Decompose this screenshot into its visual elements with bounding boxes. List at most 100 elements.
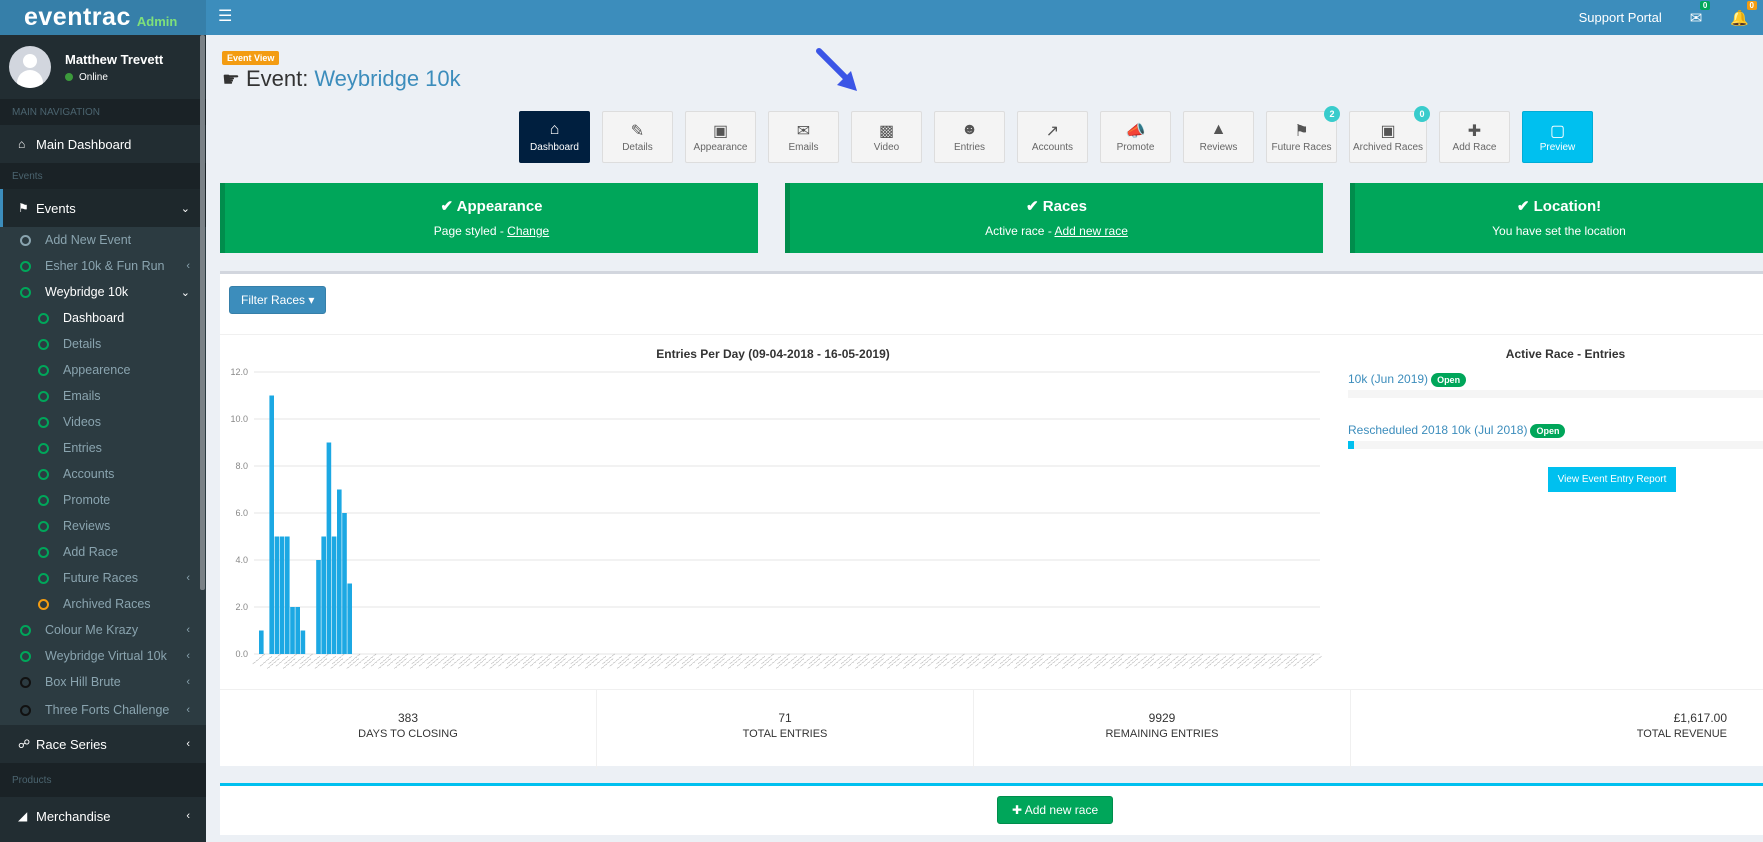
bar[interactable] [279,536,285,655]
sidebar-item-three-forts[interactable]: Three Forts Challenge ‹ [0,695,206,725]
chevron-left-icon: ‹ [186,704,190,716]
circle-icon [38,598,49,610]
sidebar-item-weybridge-virtual-10k[interactable]: Weybridge Virtual 10k ‹ [0,643,206,669]
sidebar-subitem-future-races[interactable]: Future Races ‹ [0,565,206,591]
circle-icon [20,286,31,298]
toolbar-entries-button[interactable]: ☻ Entries [934,111,1005,163]
change-link[interactable]: Change [507,224,549,238]
sidebar-subitem-appearence[interactable]: Appearence [0,357,206,383]
toolbar-promote-button[interactable]: 📣 Promote [1100,111,1171,163]
notifications-badge: 0 [1746,0,1757,10]
race-progress-fill [1348,441,1355,449]
sidebar-subitem-reviews[interactable]: Reviews [0,513,206,539]
toolbar-details-button[interactable]: ✎ Details [602,111,673,163]
toolbar-preview-button[interactable]: ▢ Preview [1522,111,1593,163]
race-link-rescheduled[interactable]: Rescheduled 2018 10k (Jul 2018) [1348,423,1527,437]
sidebar-item-box-hill-brute[interactable]: Box Hill Brute ‹ [0,669,206,695]
sidebar-subitem-videos[interactable]: Videos [0,409,206,435]
hamburger-icon[interactable]: ☰ [218,6,232,26]
desktop-icon: ▢ [1549,123,1566,140]
race-link-10k[interactable]: 10k (Jun 2019) [1348,372,1428,386]
bar[interactable] [331,536,337,655]
y-tick-label: 10.0 [230,414,248,424]
image-icon: ▣ [712,123,729,140]
sidebar-item-race-series[interactable]: ☍ Race Series ‹ [0,725,206,763]
bar[interactable] [316,560,321,654]
y-tick-label: 12.0 [230,367,248,377]
online-dot-icon [65,73,73,81]
sidebar-scrollbar[interactable] [200,35,205,590]
sidebar-subitem-add-race[interactable]: Add Race [0,539,206,565]
add-new-race-button[interactable]: ✚ Add new race [997,796,1114,824]
bar[interactable] [285,536,290,655]
toolbar-future-races-button[interactable]: ⚑ Future Races 2 [1266,106,1340,163]
bar[interactable] [326,442,332,655]
bar[interactable] [295,607,300,654]
circle-icon [38,442,49,454]
circle-icon [38,312,49,324]
toolbar-video-button[interactable]: ▩ Video [851,111,922,163]
event-toolbar: ⌂ Dashboard ✎ Details ▣ Appearance ✉ Emails … [519,106,1593,163]
messages-badge: 0 [1699,0,1711,10]
status-badge: Open [1530,424,1566,438]
sidebar-item-merchandise[interactable]: ◢ Merchandise ‹ [0,797,206,835]
sidebar-subitem-dashboard[interactable]: Dashboard [0,305,206,331]
bell-icon[interactable]: 🔔 0 [1730,0,1757,27]
y-tick-label: 0.0 [235,649,248,659]
sidebar-item-esher-10k[interactable]: Esher 10k & Fun Run ‹ [0,253,206,279]
bar[interactable] [337,489,342,655]
bar[interactable] [274,536,280,655]
chevron-left-icon: ‹ [186,738,190,750]
toolbar-dashboard-button[interactable]: ⌂ Dashboard [519,111,590,163]
sidebar-subitem-promote[interactable]: Promote [0,487,206,513]
event-name: Weybridge 10k [314,66,461,91]
circle-icon [38,468,49,480]
bar[interactable] [290,607,295,654]
sidebar-subitem-archived-races[interactable]: Archived Races [0,591,206,617]
active-race-entries: Active Race - Entries 10k (Jun 2019) Open… [1348,347,1763,492]
sidebar-subitem-details[interactable]: Details [0,331,206,357]
y-tick-label: 8.0 [235,461,248,471]
sidebar-item-colour-me-krazy[interactable]: Colour Me Krazy ‹ [0,617,206,643]
home-icon: ⌂ [18,137,26,151]
bar[interactable] [300,630,306,655]
future-races-badge: 2 [1324,106,1340,122]
toolbar-emails-button[interactable]: ✉ Emails [768,111,839,163]
sidebar-item-weybridge-10k[interactable]: Weybridge 10k ⌄ [0,279,206,305]
bar[interactable] [259,630,264,655]
products-header: Products [0,763,206,797]
sidebar-item-add-new-event[interactable]: Add New Event [0,227,206,253]
caret-down-icon: ▾ [308,293,315,307]
toolbar-reviews-button[interactable]: ▲ Reviews [1183,111,1254,163]
toolbar-archived-races-button[interactable]: ▣ Archived Races 0 [1349,106,1430,163]
logo[interactable]: eventrac Admin [0,0,206,35]
tag-icon: ◢ [18,809,28,823]
toolbar-accounts-button[interactable]: ↗ Accounts [1017,111,1088,163]
sidebar-item-events[interactable]: ⚑ Events ⌄ [0,189,206,227]
home-icon: ⌂ [549,121,560,138]
bar[interactable] [269,395,274,655]
filter-races-button[interactable]: Filter Races ▾ [229,286,327,314]
add-new-race-link[interactable]: Add new race [1054,224,1127,238]
circle-icon [38,338,49,350]
stat-days-to-closing: 383 DAYS TO CLOSING [220,690,597,769]
sidebar-subitem-accounts[interactable]: Accounts [0,461,206,487]
sidebar-subitem-emails[interactable]: Emails [0,383,206,409]
bar[interactable] [347,583,352,655]
envelope-icon[interactable]: ✉ 0 [1690,0,1711,27]
view-event-entry-report-button[interactable]: View Event Entry Report [1548,467,1676,492]
race-progress-bar [1348,390,1763,398]
circle-icon [38,546,49,558]
user-name: Matthew Trevett [65,51,164,67]
race-item: Rescheduled 2018 10k (Jul 2018) Open [1348,422,1763,449]
bar[interactable] [321,536,326,655]
support-portal-link[interactable]: Support Portal [1579,10,1662,25]
flag-icon: ⚑ [18,201,29,215]
chevron-left-icon: ‹ [186,676,190,688]
sidebar-item-main-dashboard[interactable]: ⌂ Main Dashboard [0,125,206,163]
sidebar-subitem-entries[interactable]: Entries [0,435,206,461]
toolbar-add-race-button[interactable]: ✚ Add Race [1439,111,1510,163]
toolbar-appearance-button[interactable]: ▣ Appearance [685,111,756,163]
bar[interactable] [342,513,347,654]
link-icon: ☍ [18,737,31,751]
